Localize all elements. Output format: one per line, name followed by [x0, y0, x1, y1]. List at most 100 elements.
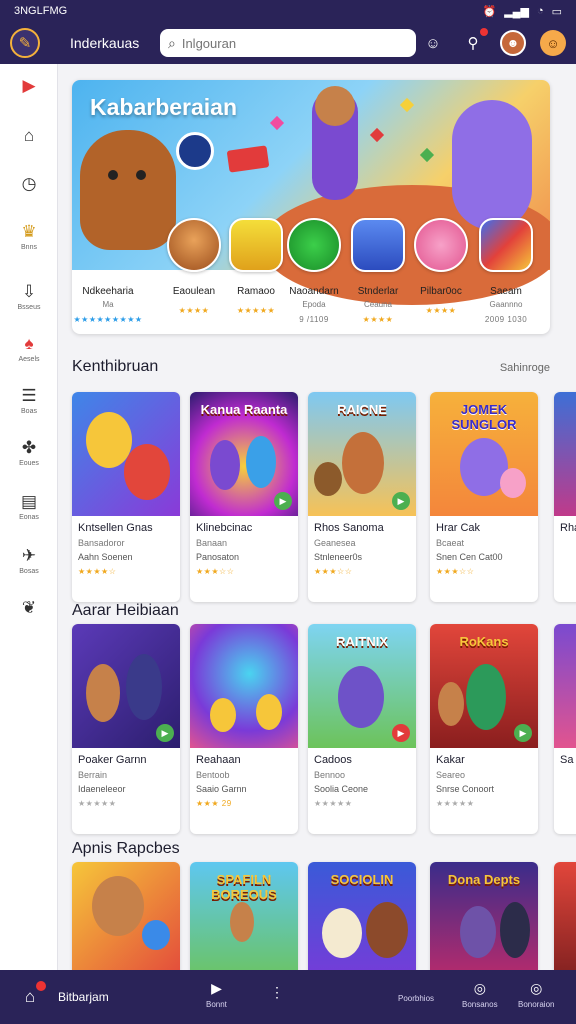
news-icon: ▤ [20, 492, 38, 511]
character-shape [142, 920, 170, 950]
game-publisher: Stnleneer0s [314, 552, 363, 562]
game-name: Sa [560, 754, 574, 766]
play-icon[interactable]: ▶ [392, 724, 410, 742]
character-shape [92, 876, 144, 936]
game-publisher: Idaeneleeor [78, 784, 126, 794]
play-icon[interactable]: ▶ [274, 492, 292, 510]
game-card[interactable]: RAITNIX ▶ Cadoos Bennoo Soolia Ceone ★★★… [308, 624, 416, 834]
game-subtitle: Berrain [78, 770, 108, 780]
game-card[interactable]: RoKans ▶ Kakar Seareo Snrse Conoort ★★★★… [430, 624, 538, 834]
sidebar-item-rocket[interactable]: ✈ Bosas [0, 546, 58, 575]
avatar-icon[interactable]: ☻ [500, 30, 526, 56]
character-shape [124, 444, 170, 500]
game-card[interactable]: Kanua Raanta ▶ Klinebcinac Banaan Panosa… [190, 392, 298, 602]
featured-game[interactable]: Naoandarn Epoda 9 /1109 [280, 218, 348, 324]
game-name: Eaoulean [172, 286, 216, 297]
face-icon[interactable]: ☺ [540, 30, 566, 56]
sidebar-item-trophy[interactable]: ♛ Bnns [0, 222, 58, 251]
featured-game[interactable]: Stnderlar Ceauna ★★★★ [344, 218, 412, 324]
sidebar-item-list[interactable]: ☰ Boas [0, 386, 58, 415]
featured-game[interactable]: Ndkeeharia Ma ★★★★★★★★★ [73, 218, 143, 324]
game-card[interactable]: JOMEK SUNGLOR Hrar Cak Bcaeat Snen Cen C… [430, 392, 538, 602]
bear-eye [136, 170, 146, 180]
game-art-caption: SOCIOLIN [330, 872, 394, 887]
featured-game[interactable]: Pilbar0oc ★★★★ [407, 218, 475, 315]
app-logo-icon[interactable]: ✎ [10, 28, 40, 58]
play-icon: ▶ [211, 980, 222, 996]
sidebar-item-label: Bsseus [17, 304, 41, 311]
game-artwork: SOCIOLIN [308, 862, 416, 970]
game-rating: ★★★★ [425, 306, 457, 315]
confetti-icon [419, 147, 435, 163]
bottom-tab-explore[interactable]: ◎ Bonsanos [462, 980, 498, 1009]
store-icon[interactable]: ⌂ [18, 981, 46, 1009]
more-icon[interactable]: ⋮ [270, 984, 284, 1001]
game-name: Naoandarn [289, 286, 339, 297]
game-artwork: ▶ [72, 624, 180, 748]
user-notification-icon[interactable]: ⚲ [460, 28, 488, 56]
section-header: Aarar Heibiaan [72, 602, 550, 620]
search-bar[interactable]: ⌕ [160, 29, 416, 57]
game-name: Stnderlar [357, 286, 399, 297]
game-card[interactable]: Reahaan Bentoob Saaio Garnn ★★★ 29 [190, 624, 298, 834]
game-card-partial[interactable]: Rha [554, 392, 576, 602]
sidebar: ▶ ⌂ ◷ ♛ Bnns ⇩ Bsseus ♠ Aesels ☰ Boas ✤ … [0, 64, 58, 970]
game-artwork: SPAFILN BOREOUS [190, 862, 298, 970]
section-header: Kenthibruan Sahinroge [72, 358, 550, 376]
game-rating: ★★★☆☆ [314, 567, 353, 576]
sidebar-item-download[interactable]: ⇩ Bsseus [0, 282, 58, 311]
play-icon[interactable]: ▶ [514, 724, 532, 742]
status-icons: ⏰ ▂▄▆ ◔ ▭ [483, 5, 562, 18]
game-card[interactable]: SPAFILN BOREOUS [190, 862, 298, 970]
game-card-partial[interactable]: Sa [554, 624, 576, 834]
puzzle-icon: ✤ [21, 438, 37, 457]
game-name: Hrar Cak [436, 522, 481, 534]
bottom-bar-label: Bitbarjam [58, 990, 109, 1004]
game-art-caption: RoKans [459, 634, 509, 649]
bottom-tab-play[interactable]: ▶ Bonnt [206, 980, 227, 1009]
game-card[interactable]: Dona Depts [430, 862, 538, 970]
play-icon[interactable]: ▶ [156, 724, 174, 742]
bottom-tab-discover[interactable]: ◎ Bonoraion [518, 980, 554, 1009]
game-artwork [554, 862, 576, 970]
play-icon[interactable]: ▶ [392, 492, 410, 510]
game-rating: ★★★★ [178, 306, 210, 315]
game-publisher: Snen Cen Cat00 [436, 552, 503, 562]
sidebar-item-games[interactable]: ♠ Aesels [0, 334, 58, 363]
sidebar-item-leaf[interactable]: ❦ [0, 598, 58, 620]
featured-game[interactable]: Eaoulean ★★★★ [160, 218, 228, 315]
keyboard-icon [351, 218, 405, 272]
character-shape [210, 698, 236, 732]
game-name: Saeam [490, 286, 522, 297]
wifi-icon: ◔ [536, 5, 544, 17]
character-shape [256, 694, 282, 730]
confetti-icon [369, 127, 385, 143]
game-card[interactable]: RAICNE ▶ Rhos Sanoma Geanesea Stnleneer0… [308, 392, 416, 602]
game-card[interactable]: ▶ Poaker Garnn Berrain Idaeneleeor ★★★★★ [72, 624, 180, 834]
bottom-tab-programs[interactable]: Poorbhios [398, 990, 434, 1003]
game-name: Ndkeeharia [82, 286, 134, 297]
banner-title: Kabarberaian [90, 94, 238, 120]
featured-banner[interactable]: Kabarberaian Ndkeeharia Ma ★★★★★★★★★ Eao… [72, 80, 550, 334]
sidebar-item-youtube[interactable]: ▶ [0, 76, 58, 98]
battery-icon: ▭ [551, 5, 562, 18]
game-publisher: Soolia Ceone [314, 784, 369, 794]
section-title: Aarar Heibiaan [72, 602, 179, 619]
sidebar-item-home[interactable]: ⌂ [0, 126, 58, 148]
character-shape [460, 906, 496, 958]
game-artwork: RAICNE ▶ [308, 392, 416, 516]
game-rating: ★★★★★★★★★ [73, 315, 143, 324]
game-card[interactable]: SOCIOLIN [308, 862, 416, 970]
see-all-link[interactable]: Sahinroge [500, 362, 550, 374]
game-art-caption: JOMEK SUNGLOR [451, 402, 517, 432]
featured-game[interactable]: Saeam Gaannno 2009 1030 [472, 218, 540, 324]
sidebar-item-puzzle[interactable]: ✤ Eoues [0, 438, 58, 467]
game-card-partial[interactable] [554, 862, 576, 970]
smile-icon[interactable]: ☺ [420, 30, 446, 56]
game-card[interactable] [72, 862, 180, 970]
bunny-character [452, 100, 532, 230]
sidebar-item-history[interactable]: ◷ [0, 174, 58, 196]
sidebar-item-news[interactable]: ▤ Eonas [0, 492, 58, 521]
search-input[interactable] [181, 35, 392, 51]
game-card[interactable]: Kntsellen Gnas Bansadoror Aahn Soenen ★★… [72, 392, 180, 602]
